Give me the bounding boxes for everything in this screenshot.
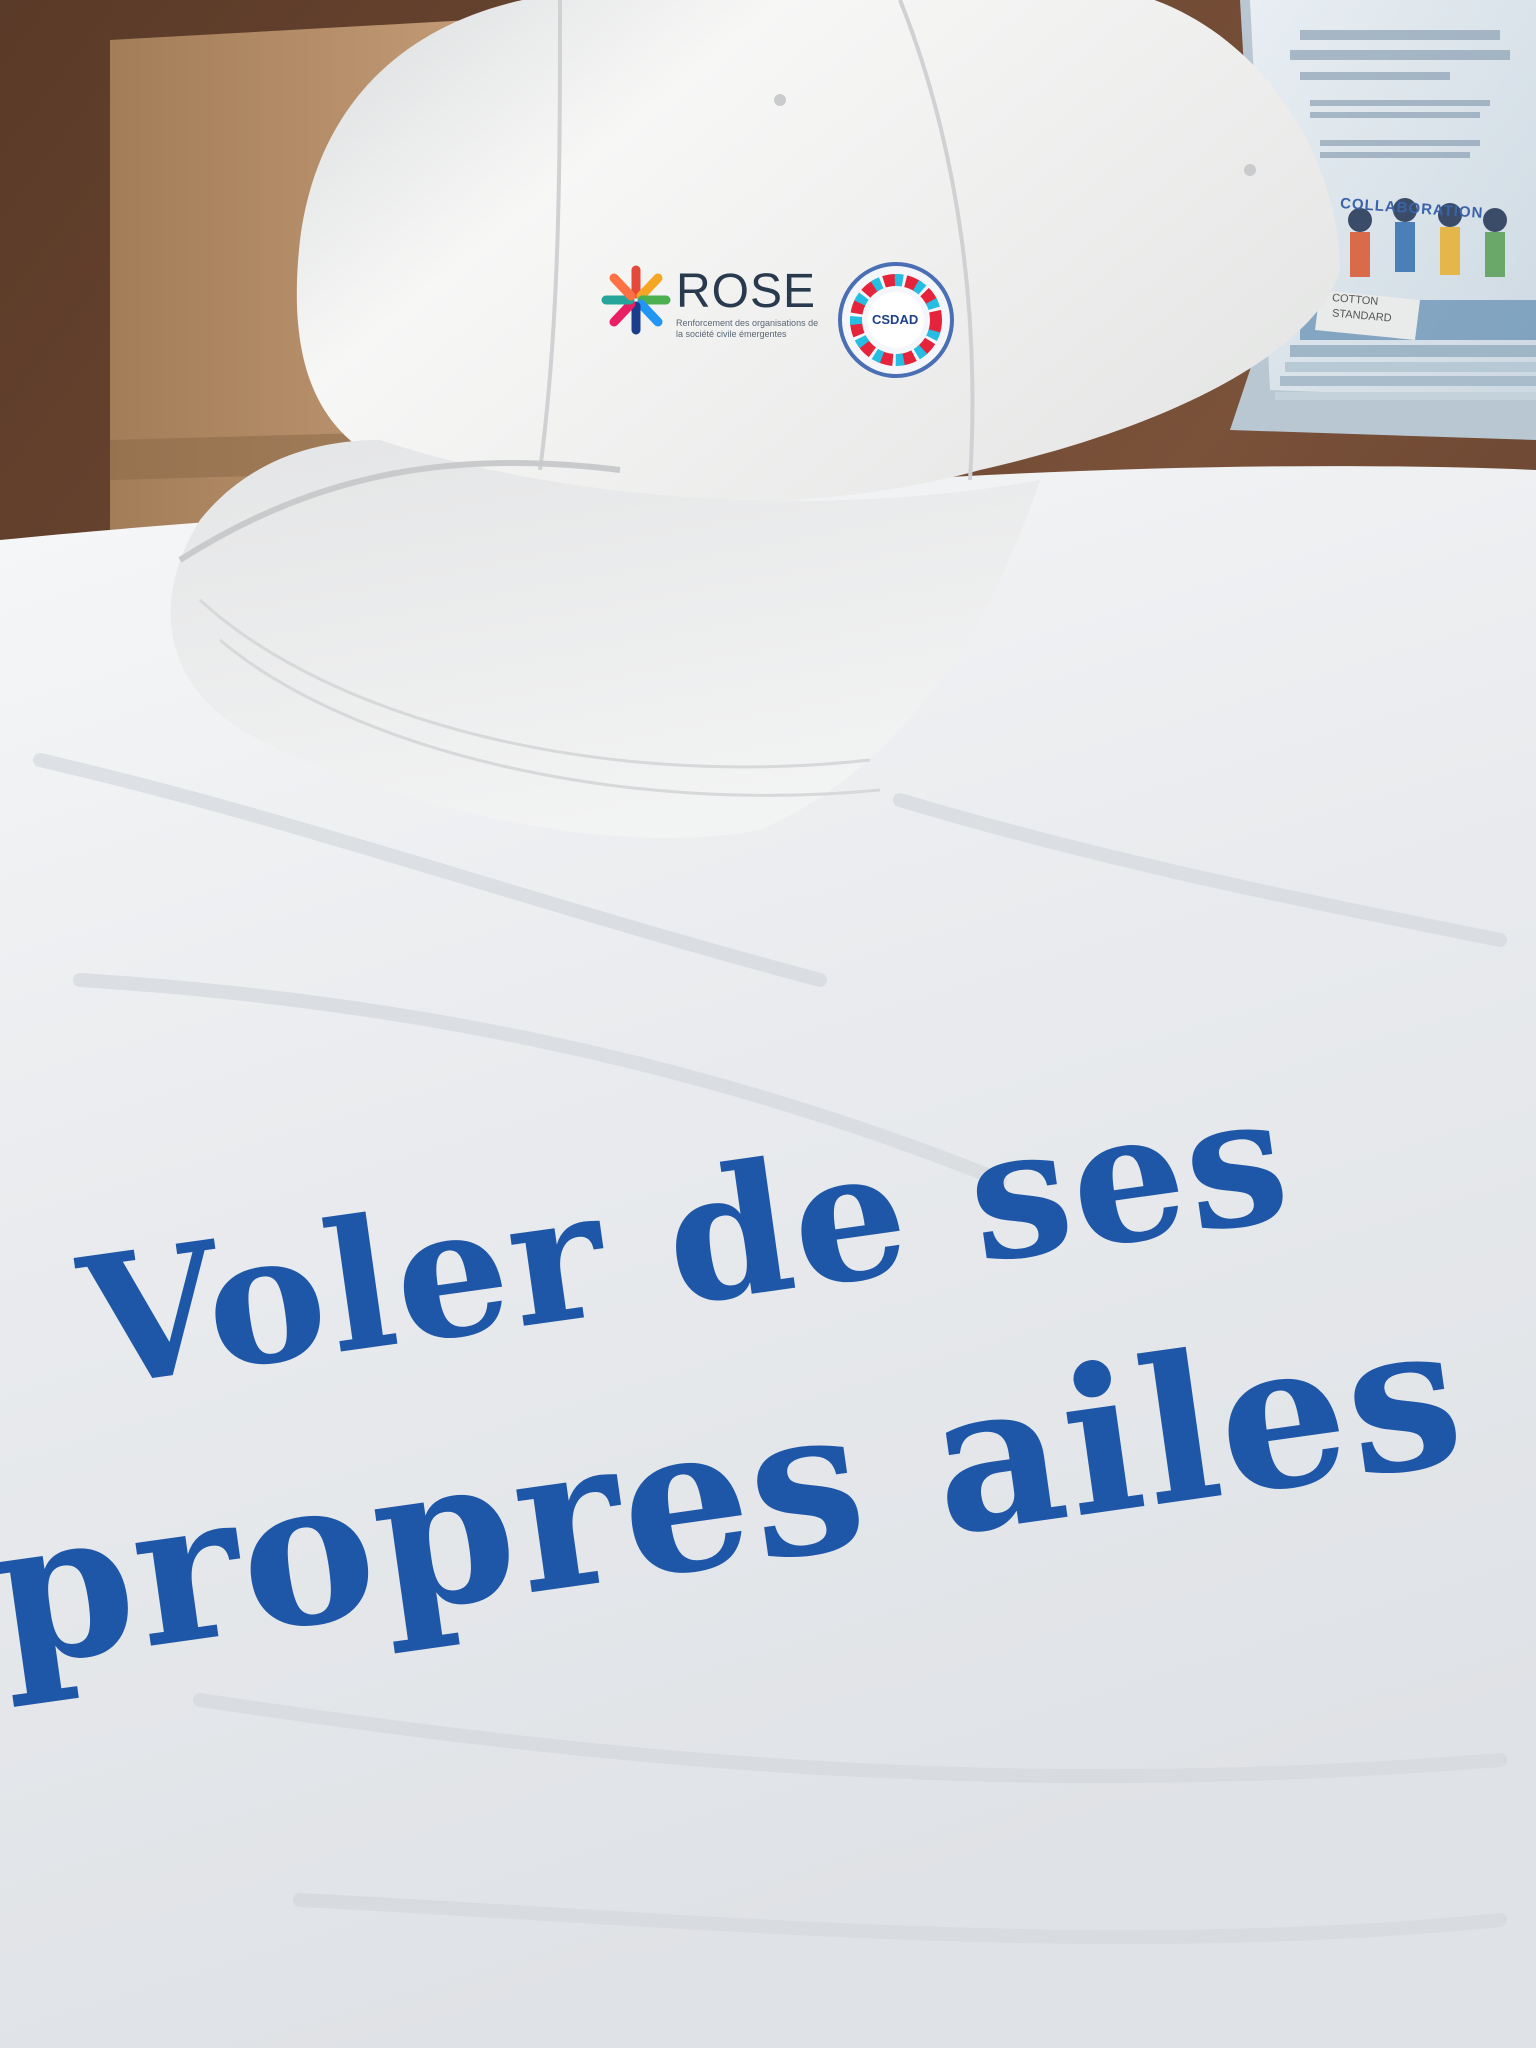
csdad-badge-label: CSDAD <box>872 312 919 327</box>
cap-eyelet <box>774 94 786 106</box>
rose-logo-word: ROSE <box>676 265 817 318</box>
rose-logo-subtitle: Renforcement des organisations de la soc… <box>676 318 819 339</box>
